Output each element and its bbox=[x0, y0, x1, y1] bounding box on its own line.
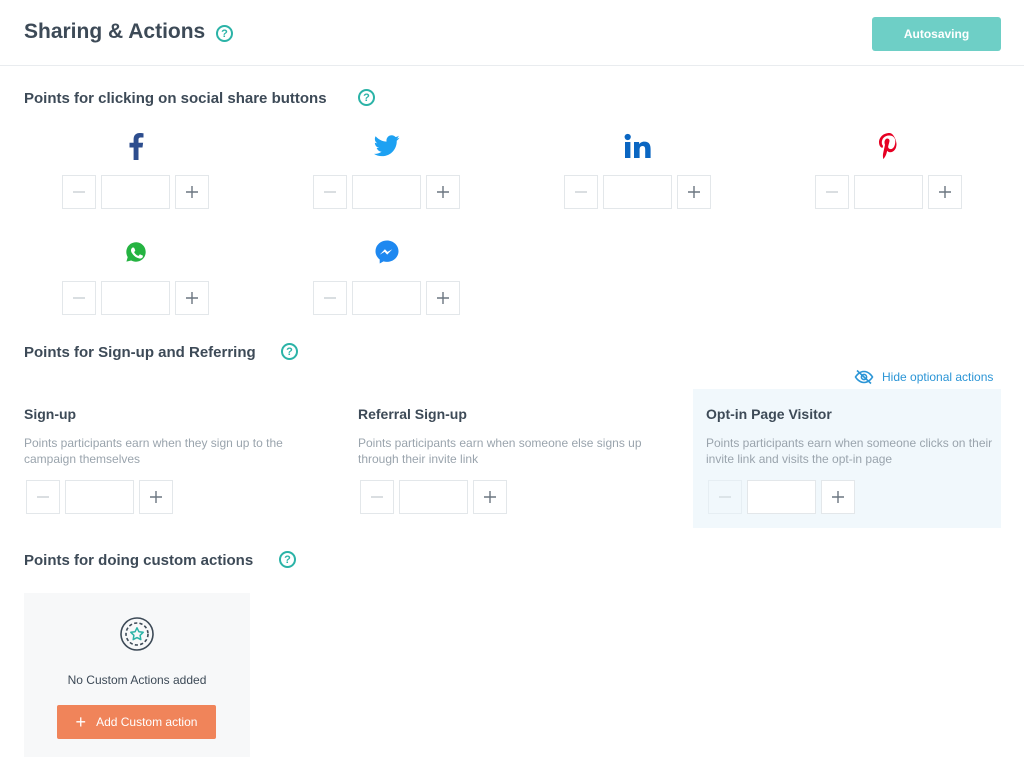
empty-state-text: No Custom Actions added bbox=[67, 673, 207, 687]
increment-button[interactable] bbox=[677, 175, 711, 209]
points-input[interactable] bbox=[603, 175, 672, 209]
referral-signup-description: Points participants earn when someone el… bbox=[358, 436, 642, 466]
decrement-button[interactable] bbox=[26, 480, 60, 514]
decrement-button[interactable] bbox=[564, 175, 598, 209]
opt-in-points-stepper bbox=[708, 480, 855, 514]
facebook-icon bbox=[120, 130, 152, 162]
plus-icon: + bbox=[75, 711, 87, 732]
opt-in-visitor-description: Points participants earn when someone cl… bbox=[706, 436, 993, 466]
increment-button[interactable] bbox=[175, 175, 209, 209]
opt-in-points-input[interactable] bbox=[747, 480, 816, 514]
eye-off-icon bbox=[854, 369, 874, 385]
help-icon[interactable]: ? bbox=[281, 343, 298, 360]
points-stepper bbox=[62, 281, 209, 315]
social-messenger bbox=[313, 236, 461, 322]
increment-button[interactable] bbox=[426, 175, 460, 209]
referral-signup-title: Referral Sign-up bbox=[358, 406, 467, 422]
points-stepper bbox=[313, 175, 460, 209]
points-stepper bbox=[564, 175, 711, 209]
twitter-icon bbox=[371, 130, 403, 162]
increment-button[interactable] bbox=[139, 480, 173, 514]
signup-points-stepper bbox=[26, 480, 173, 514]
referral-points-input[interactable] bbox=[399, 480, 468, 514]
social-whatsapp bbox=[62, 236, 210, 322]
signup-title: Sign-up bbox=[24, 406, 77, 422]
social-linkedin bbox=[564, 130, 712, 216]
help-icon[interactable]: ? bbox=[279, 551, 296, 568]
points-stepper bbox=[62, 175, 209, 209]
page-title: Sharing & Actions bbox=[24, 20, 206, 43]
increment-button[interactable] bbox=[426, 281, 460, 315]
decrement-button[interactable] bbox=[815, 175, 849, 209]
decrement-button[interactable] bbox=[360, 480, 394, 514]
help-icon[interactable]: ? bbox=[216, 25, 233, 42]
custom-actions-empty-state: No Custom Actions added + Add Custom act… bbox=[24, 593, 250, 757]
referral-points-stepper bbox=[360, 480, 507, 514]
add-custom-action-label: Add Custom action bbox=[96, 715, 198, 729]
points-stepper bbox=[815, 175, 962, 209]
signup-description: Points participants earn when they sign … bbox=[24, 436, 283, 466]
points-input[interactable] bbox=[101, 175, 170, 209]
autosave-button[interactable]: Autosaving bbox=[872, 17, 1001, 51]
points-input[interactable] bbox=[352, 175, 421, 209]
social-pinterest bbox=[815, 130, 963, 216]
linkedin-icon bbox=[622, 130, 654, 162]
decrement-button[interactable] bbox=[313, 281, 347, 315]
hide-optional-actions-link[interactable]: Hide optional actions bbox=[854, 369, 993, 385]
pinterest-icon bbox=[873, 130, 905, 162]
decrement-button[interactable] bbox=[708, 480, 742, 514]
increment-button[interactable] bbox=[175, 281, 209, 315]
increment-button[interactable] bbox=[928, 175, 962, 209]
points-input[interactable] bbox=[101, 281, 170, 315]
help-icon[interactable]: ? bbox=[358, 89, 375, 106]
decrement-button[interactable] bbox=[62, 175, 96, 209]
points-input[interactable] bbox=[352, 281, 421, 315]
increment-button[interactable] bbox=[473, 480, 507, 514]
social-twitter bbox=[313, 130, 461, 216]
whatsapp-icon bbox=[120, 236, 152, 268]
hide-optional-actions-label: Hide optional actions bbox=[882, 370, 994, 384]
add-custom-action-button[interactable]: + Add Custom action bbox=[57, 705, 216, 739]
decrement-button[interactable] bbox=[313, 175, 347, 209]
opt-in-visitor-title: Opt-in Page Visitor bbox=[706, 406, 832, 422]
points-input[interactable] bbox=[854, 175, 923, 209]
signup-section-title: Points for Sign-up and Referring bbox=[24, 344, 256, 361]
social-facebook bbox=[62, 130, 210, 216]
page-header: Sharing & Actions ? Autosaving bbox=[0, 0, 1024, 66]
star-badge-icon bbox=[119, 616, 155, 657]
signup-points-input[interactable] bbox=[65, 480, 134, 514]
custom-section-title: Points for doing custom actions bbox=[24, 552, 254, 569]
decrement-button[interactable] bbox=[62, 281, 96, 315]
points-stepper bbox=[313, 281, 460, 315]
social-section-title: Points for clicking on social share butt… bbox=[24, 90, 327, 107]
increment-button[interactable] bbox=[821, 480, 855, 514]
messenger-icon bbox=[371, 236, 403, 268]
